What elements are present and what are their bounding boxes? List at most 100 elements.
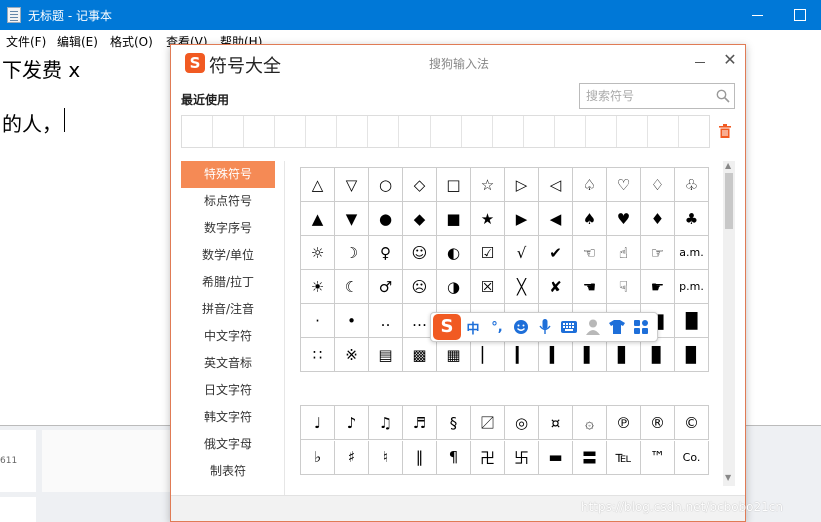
scroll-down-icon[interactable]: ▼ (725, 473, 731, 482)
symbol-cell[interactable]: ‥ (369, 304, 403, 338)
symbol-cell[interactable]: ☛ (641, 270, 675, 304)
menu-file[interactable]: 文件(F) (6, 33, 46, 50)
recent-symbol-slot[interactable] (679, 116, 709, 147)
symbol-cell[interactable]: § (437, 406, 471, 440)
symbol-cell[interactable]: ☚ (573, 270, 607, 304)
symbol-cell[interactable]: ♠ (573, 202, 607, 236)
menu-edit[interactable]: 编辑(E) (57, 33, 98, 50)
symbol-cell[interactable]: ☒ (471, 270, 505, 304)
maximize-button[interactable] (786, 6, 814, 24)
symbol-cell[interactable]: ℡ (607, 440, 641, 475)
symbol-cell[interactable]: ۞ (573, 406, 607, 440)
symbol-cell[interactable]: ♫ (369, 406, 403, 440)
symbol-cell[interactable]: ▏ (471, 338, 505, 372)
recent-symbol-slot[interactable] (462, 116, 493, 147)
skin-icon[interactable] (605, 315, 629, 339)
symbol-cell[interactable]: 卐 (505, 440, 539, 475)
symbol-cell[interactable]: ♦ (641, 202, 675, 236)
symbol-cell[interactable]: ▤ (369, 338, 403, 372)
symbol-cell[interactable]: 〼 (471, 406, 505, 440)
symbol-cell[interactable]: ☜ (573, 236, 607, 270)
keyboard-icon[interactable] (557, 315, 581, 339)
symbol-cell[interactable]: ♤ (573, 168, 607, 202)
symbol-cell[interactable]: ♂ (369, 270, 403, 304)
symbol-cell[interactable]: · (301, 304, 335, 338)
symbol-cell[interactable]: √ (505, 236, 539, 270)
category-item[interactable]: 特殊符号 (181, 161, 275, 188)
symbol-cell[interactable]: ♯ (335, 440, 369, 475)
category-item[interactable]: 数学/单位 (181, 242, 275, 269)
recent-symbol-slot[interactable] (337, 116, 369, 147)
symbol-cell[interactable]: ○ (369, 168, 403, 202)
search-input[interactable] (586, 88, 710, 104)
symbol-cell[interactable]: ▲ (301, 202, 335, 236)
symbol-cell[interactable]: ▼ (335, 202, 369, 236)
symbol-cell[interactable]: ♧ (675, 168, 709, 202)
symbol-cell[interactable]: ✘ (539, 270, 573, 304)
recent-symbol-slot[interactable] (431, 116, 462, 147)
recent-symbol-slot[interactable] (524, 116, 555, 147)
symbol-cell[interactable]: ▉ (675, 338, 709, 372)
symbol-cell[interactable]: • (335, 304, 369, 338)
symbol-cell[interactable]: ◇ (403, 168, 437, 202)
symbol-cell[interactable]: ∷ (301, 338, 335, 372)
symbol-cell[interactable]: ♮ (369, 440, 403, 475)
symbol-cell[interactable]: □ (437, 168, 471, 202)
recent-symbol-slot[interactable] (182, 116, 214, 147)
apps-icon[interactable] (629, 315, 653, 339)
category-item[interactable]: 俄文字母 (181, 431, 275, 458)
recent-symbol-slot[interactable] (617, 116, 648, 147)
symbol-cell[interactable]: ♀ (369, 236, 403, 270)
symbol-cell[interactable]: ¤ (539, 406, 573, 440)
symbol-cell[interactable]: ☀ (301, 270, 335, 304)
symbol-cell[interactable]: ◆ (403, 202, 437, 236)
menu-format[interactable]: 格式(O) (110, 33, 153, 50)
symbol-cell[interactable]: p.m. (675, 270, 709, 304)
symbol-cell[interactable]: 〓 (573, 440, 607, 475)
microphone-icon[interactable] (533, 315, 557, 339)
symbol-cell[interactable]: ☆ (471, 168, 505, 202)
symbol-cell[interactable]: ☹ (403, 270, 437, 304)
symbol-cell[interactable]: ▶ (505, 202, 539, 236)
symbol-cell[interactable]: ♭ (301, 440, 335, 475)
symbol-cell[interactable]: ▬ (539, 440, 573, 475)
recent-symbol-slot[interactable] (399, 116, 431, 147)
scrollbar[interactable]: ▲ ▼ (723, 161, 735, 486)
symbol-cell[interactable]: ▽ (335, 168, 369, 202)
symbol-cell[interactable]: ☝ (607, 236, 641, 270)
symbol-cell[interactable]: ‖ (403, 440, 437, 475)
symbol-cell[interactable]: ■ (437, 202, 471, 236)
category-item[interactable]: 制表符 (181, 458, 275, 485)
dialog-close-button[interactable]: ✕ (721, 50, 739, 70)
symbol-cell[interactable]: ™ (641, 440, 675, 475)
search-icon[interactable] (716, 89, 730, 103)
symbol-cell[interactable]: ☾ (335, 270, 369, 304)
category-item[interactable]: 英文音标 (181, 350, 275, 377)
symbol-cell[interactable]: ☼ (301, 236, 335, 270)
symbol-cell[interactable]: 卍 (471, 440, 505, 475)
symbol-cell[interactable]: ♣ (675, 202, 709, 236)
symbol-cell[interactable]: ▍ (539, 338, 573, 372)
symbol-cell[interactable]: ◐ (437, 236, 471, 270)
recent-symbol-slot[interactable] (244, 116, 276, 147)
symbol-cell[interactable]: ◎ (505, 406, 539, 440)
symbol-cell[interactable]: ● (369, 202, 403, 236)
symbol-cell[interactable]: ℗ (607, 406, 641, 440)
symbol-cell[interactable]: ▩ (403, 338, 437, 372)
category-item[interactable]: 标点符号 (181, 188, 275, 215)
symbol-cell[interactable]: ♢ (641, 168, 675, 202)
category-item[interactable]: 拼音/注音 (181, 296, 275, 323)
recent-symbol-slot[interactable] (368, 116, 400, 147)
symbol-cell[interactable]: △ (301, 168, 335, 202)
symbol-cell[interactable]: ¶ (437, 440, 471, 475)
category-item[interactable]: 韩文字符 (181, 404, 275, 431)
symbol-search[interactable] (579, 83, 735, 109)
symbol-cell[interactable]: ▦ (437, 338, 471, 372)
symbol-cell[interactable]: ☽ (335, 236, 369, 270)
symbol-cell[interactable]: ☟ (607, 270, 641, 304)
symbol-cell[interactable]: █ (675, 304, 709, 338)
user-icon[interactable] (581, 315, 605, 339)
symbol-cell[interactable]: ☞ (641, 236, 675, 270)
symbol-cell[interactable]: ▷ (505, 168, 539, 202)
symbol-cell[interactable]: ◁ (539, 168, 573, 202)
